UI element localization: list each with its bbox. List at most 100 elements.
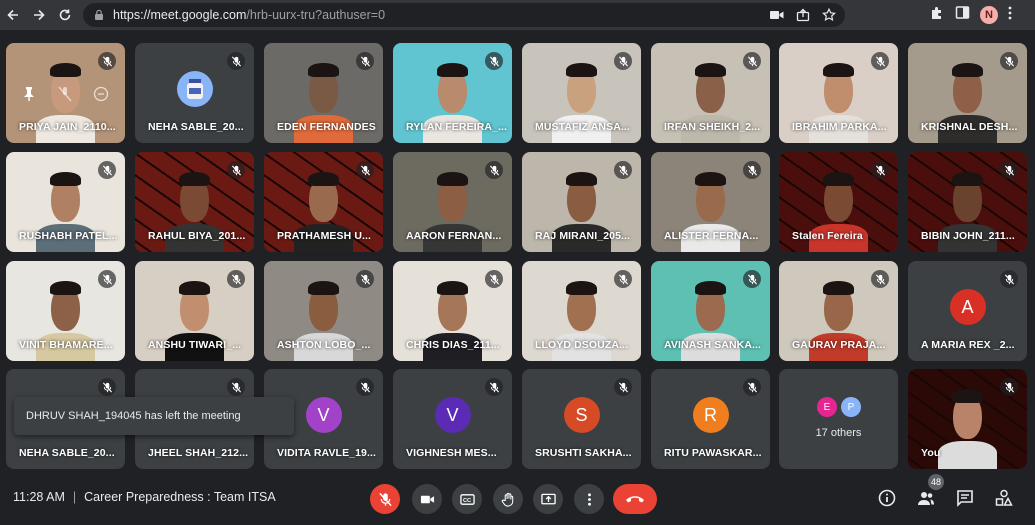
mic-off-icon (356, 52, 374, 70)
pin-icon[interactable] (18, 83, 40, 105)
present-icon (540, 493, 556, 504)
address-bar[interactable]: https://meet.google.com/hrb-uurx-tru?aut… (83, 3, 845, 27)
camera-icon (420, 495, 434, 503)
participant-tile[interactable]: BIBIN JOHN_211... (908, 152, 1027, 252)
participant-tile[interactable]: RUSHABH PATEL... (6, 152, 125, 252)
participant-tile[interactable]: LLOYD DSOUZA... (522, 261, 641, 361)
profile-avatar[interactable]: N (980, 6, 998, 24)
participant-name: MUSTAFIZ ANSA... (535, 121, 630, 133)
participant-name: RAHUL BIYA_201... (148, 230, 246, 242)
participant-tile[interactable]: ANSHU TIWARI_... (135, 261, 254, 361)
activities-icon (995, 489, 1013, 506)
mic-off-icon (485, 270, 503, 288)
participant-tile[interactable]: CHRIS DIAS_211... (393, 261, 512, 361)
participant-tile[interactable]: R RITU PAWASKAR... (651, 369, 770, 469)
participant-name: CHRIS DIAS_211... (406, 339, 500, 351)
others-tile[interactable]: E P 17 others (779, 369, 898, 469)
participant-name: RYLAN FEREIRA_... (406, 121, 508, 133)
video-camera-site-icon[interactable] (769, 7, 785, 23)
back-arrow-icon[interactable] (0, 0, 26, 30)
participant-tile[interactable]: RAJ MIRANI_205... (522, 152, 641, 252)
url-host: https://meet.google.com (113, 8, 247, 22)
participant-tile[interactable]: RYLAN FEREIRA_... (393, 43, 512, 143)
reload-icon[interactable] (52, 0, 78, 30)
meeting-details-button[interactable] (876, 487, 898, 509)
mic-off-icon (227, 270, 245, 288)
participant-tile[interactable]: GAURAV PRAJA... (779, 261, 898, 361)
title-separator: | (72, 490, 77, 504)
participant-tile[interactable]: ASHTON LOBO_... (264, 261, 383, 361)
lock-icon (95, 9, 103, 20)
participant-name: ASHTON LOBO_... (277, 339, 371, 351)
participant-name: Stalen Fereira (792, 230, 863, 242)
mic-off-icon (871, 52, 889, 70)
bookmark-star-icon[interactable] (821, 7, 837, 23)
participant-tile[interactable]: VINIT BHAMARE... (6, 261, 125, 361)
participant-name: VIGHNESH MES... (406, 447, 497, 459)
participant-name: LLOYD DSOUZA... (535, 339, 629, 351)
present-screen-button[interactable] (533, 484, 563, 514)
participant-tile[interactable]: Stalen Fereira (779, 152, 898, 252)
participant-tile[interactable]: ALISTER FERNA... (651, 152, 770, 252)
mic-off-icon (485, 52, 503, 70)
participant-name: AVINASH SANKA... (664, 339, 762, 351)
people-icon (918, 492, 934, 505)
participant-avatar: A (949, 289, 986, 325)
mic-off-icon (743, 52, 761, 70)
chat-icon (957, 490, 973, 507)
chat-button[interactable] (954, 487, 976, 509)
participant-tile[interactable]: V VIGHNESH MES... (393, 369, 512, 469)
others-avatar: E (817, 397, 837, 417)
captions-icon: CC (459, 493, 475, 505)
mute-participant-icon[interactable] (54, 83, 76, 105)
activities-button[interactable] (993, 487, 1015, 509)
participant-name: RAJ MIRANI_205... (535, 230, 631, 242)
participant-tile[interactable]: IRFAN SHEIKH_2... (651, 43, 770, 143)
leave-call-button[interactable] (613, 484, 657, 514)
meeting-title: Career Preparedness : Team ITSA (84, 490, 276, 504)
participant-name: JHEEL SHAH_212... (148, 447, 249, 459)
mic-off-icon (98, 270, 116, 288)
participant-tile[interactable]: S SRUSHTI SAKHA... (522, 369, 641, 469)
participant-name: ALISTER FERNA... (664, 230, 759, 242)
mic-off-icon (743, 161, 761, 179)
participant-avatar: V (434, 397, 471, 433)
more-options-button[interactable] (574, 484, 604, 514)
participant-name: AARON FERNAN... (406, 230, 502, 242)
extensions-puzzle-icon[interactable] (930, 5, 945, 25)
participant-tile[interactable]: PRATHAMESH U... (264, 152, 383, 252)
forward-arrow-icon[interactable] (26, 0, 52, 30)
mic-off-icon (98, 378, 116, 396)
self-tile[interactable]: You (908, 369, 1027, 469)
participant-tile[interactable]: IBRAHIM PARKA... (779, 43, 898, 143)
captions-button[interactable]: CC (452, 484, 482, 514)
share-icon[interactable] (795, 7, 811, 23)
svg-text:CC: CC (463, 498, 471, 504)
remove-participant-icon[interactable] (90, 83, 112, 105)
participant-tile[interactable]: NEHA SABLE_20... (135, 43, 254, 143)
mic-off-icon (485, 161, 503, 179)
participant-tile[interactable]: A A MARIA REX _2... (908, 261, 1027, 361)
participant-name: VINIT BHAMARE... (19, 339, 113, 351)
participant-avatar: R (692, 397, 729, 433)
browser-menu-icon[interactable] (1008, 6, 1012, 25)
participant-tile[interactable]: MUSTAFIZ ANSA... (522, 43, 641, 143)
mic-off-icon (98, 52, 116, 70)
participant-tile[interactable]: KRISHNAL DESH... (908, 43, 1027, 143)
participant-tile[interactable]: RAHUL BIYA_201... (135, 152, 254, 252)
participants-button[interactable] (915, 487, 937, 509)
mic-off-icon (227, 52, 245, 70)
meeting-time: 11:28 AM (13, 490, 65, 504)
participant-tile[interactable]: AARON FERNAN... (393, 152, 512, 252)
participant-avatar: S (563, 397, 600, 433)
raise-hand-button[interactable] (493, 484, 523, 514)
mic-off-icon (1000, 52, 1018, 70)
mic-toggle-button[interactable] (370, 484, 400, 514)
participant-tile[interactable]: PRIYA JAIN_2110... (6, 43, 125, 143)
participant-name: PRIYA JAIN_2110... (19, 121, 116, 133)
mic-off-icon (743, 270, 761, 288)
participant-tile[interactable]: EDEN FERNANDES (264, 43, 383, 143)
participant-tile[interactable]: AVINASH SANKA... (651, 261, 770, 361)
side-panel-icon[interactable] (955, 5, 970, 25)
camera-toggle-button[interactable] (412, 484, 442, 514)
